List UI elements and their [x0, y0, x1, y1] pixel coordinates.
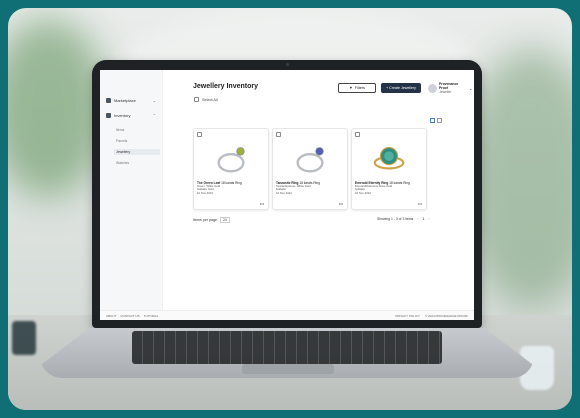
items-per-page: Items per page 24 [193, 217, 230, 223]
laptop-lid: Marketplace ⌄ Inventory ⌃ Items Parcels … [92, 60, 482, 328]
pagination: Showing 1 - 3 of 3 items ‹ 1 › [377, 217, 430, 221]
sidebar-item-marketplace[interactable]: Marketplace ⌄ [106, 96, 156, 104]
user-name: Provenance Proof [439, 82, 459, 90]
footer-right: PRIVACY POLICY © 2024 PROVENANCE PROOF [395, 314, 468, 318]
list-view-icon[interactable] [437, 118, 442, 123]
user-role: Jeweller [439, 90, 452, 94]
inventory-app: Marketplace ⌄ Inventory ⌃ Items Parcels … [100, 70, 474, 320]
sidebar-item-label: Inventory [114, 112, 131, 118]
card-checkbox[interactable] [276, 132, 281, 137]
items-per-page-label: Items per page [193, 218, 217, 222]
create-jewellery-button[interactable]: + Create Jewellery [381, 83, 421, 93]
items-per-page-select[interactable]: 24 [219, 217, 230, 223]
footer-link-contact[interactable]: CONTACT US [120, 314, 139, 318]
footer-copyright: © 2024 PROVENANCE PROOF [424, 313, 468, 318]
filters-label: Filters [354, 86, 366, 90]
select-all-label: Select All [202, 97, 218, 102]
avatar[interactable] [428, 84, 437, 93]
user-menu[interactable]: Provenance Proof Jeweller [439, 82, 467, 94]
sidebar-sub-parcels[interactable]: Parcels [114, 138, 160, 144]
more-options-icon[interactable]: ••• [418, 201, 422, 206]
grid-view-icon[interactable] [430, 118, 435, 123]
prev-page-button[interactable]: ‹ [417, 217, 418, 221]
card-checkbox[interactable] [355, 132, 360, 137]
view-toggle [430, 118, 442, 123]
more-options-icon[interactable]: ••• [260, 201, 264, 206]
footer-link-tutorial[interactable]: TUTORIAL [144, 314, 159, 318]
footer: ABOUT CONTACT US TUTORIAL PRIVACY POLICY… [100, 310, 474, 320]
trackpad [242, 364, 334, 374]
store-icon [106, 97, 111, 103]
next-page-button[interactable]: › [428, 217, 429, 221]
select-all[interactable]: Select All [194, 97, 218, 102]
chevron-down-icon: ⌄ [152, 97, 156, 103]
card-meta: Tanzanite/Amer. White Gold Solitaire 10 No… [276, 184, 311, 195]
camera [286, 63, 289, 66]
inventory-icon [106, 112, 111, 118]
select-all-checkbox[interactable] [194, 97, 199, 102]
ring-image [296, 147, 324, 173]
sidebar-item-label: Marketplace [114, 97, 136, 103]
footer-link-about[interactable]: ABOUT [106, 314, 116, 318]
chevron-down-icon[interactable]: ⌄ [469, 86, 472, 91]
more-options-icon[interactable]: ••• [339, 201, 343, 206]
filter-icon: ▼ [348, 86, 353, 90]
sidebar-sub-watches[interactable]: Watches [114, 160, 160, 166]
jewellery-card[interactable]: Emerald Eternity Ring 18 karats Ring Eme… [351, 128, 427, 210]
page-title: Jewellery Inventory [193, 83, 258, 90]
card-meta: Emerald/Diamond, Rose Gold Solitaire 10 No… [355, 184, 393, 195]
laptop-screen: Marketplace ⌄ Inventory ⌃ Items Parcels … [100, 70, 474, 320]
card-checkbox[interactable] [197, 132, 202, 137]
jewellery-card[interactable]: The Green Leaf 18 karats Ring Green, Whi… [193, 128, 269, 210]
sidebar: Marketplace ⌄ Inventory ⌃ Items Parcels … [100, 70, 163, 320]
filters-button[interactable]: ▼ Filters [338, 83, 376, 93]
keyboard [132, 331, 442, 364]
ring-image [217, 147, 245, 173]
chevron-up-icon: ⌃ [152, 112, 156, 118]
phone-stand [12, 321, 36, 355]
ring-image [373, 146, 405, 170]
sidebar-sub-items[interactable]: Items [114, 127, 160, 133]
card-meta: Green, White Gold Solitaire Gold 10 Nov 20… [197, 184, 221, 195]
sidebar-sub-jewellery[interactable]: Jewellery [114, 149, 160, 155]
sidebar-item-inventory[interactable]: Inventory ⌃ [106, 111, 156, 119]
jewellery-card[interactable]: Tanzanite Ring 18 karats Ring Tanzanite/… [272, 128, 348, 210]
footer-privacy[interactable]: PRIVACY POLICY [395, 314, 420, 318]
page-number[interactable]: 1 [423, 217, 425, 221]
showing-count: Showing 1 - 3 of 3 items [377, 217, 414, 221]
